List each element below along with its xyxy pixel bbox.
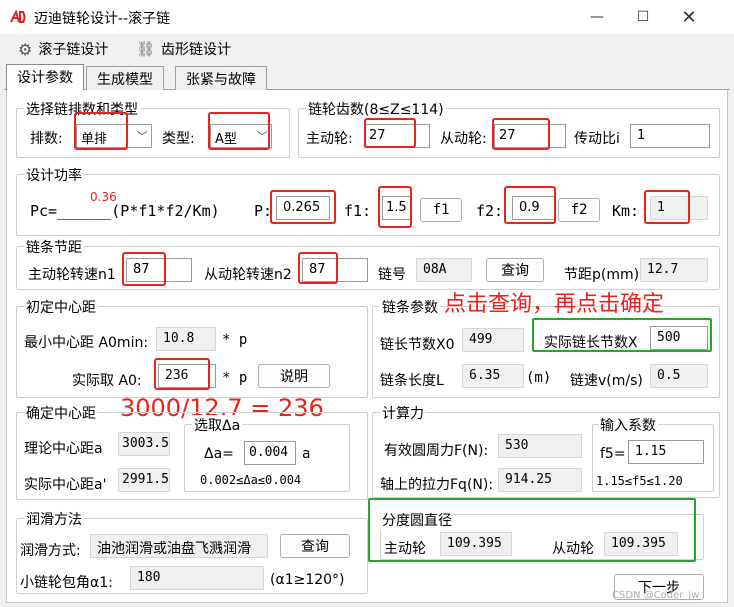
delta-range: 0.002≤Δa≤0.004 [200,473,302,487]
lube-method-field[interactable]: 油池润滑或油盘飞溅润滑 [90,534,268,558]
power-formula: Pc=______(P*f1*f2/Km) [30,202,220,220]
lube-query-button[interactable]: 查询 [280,534,350,558]
chain-no-field[interactable]: 08A [416,258,472,282]
links-field[interactable]: 499 [462,328,524,352]
highlight-box [378,186,412,228]
watermark: CSDN @Coder_jw [612,590,700,601]
force-field[interactable]: 530 [498,434,582,458]
highlight-box [368,498,696,562]
highlight-box [492,118,550,150]
group-title: 初定中心距 [24,297,98,317]
lube-method-label: 润滑方式: [20,543,81,559]
min-center-label: 最小中心距 A0min: [24,335,149,351]
f5-label: f5= [600,446,626,462]
km-label: Km: [612,202,640,220]
window-title: 迈迪链轮设计--滚子链 [34,11,171,27]
min-center-unit: * p [222,332,248,348]
driver-label: 主动轮: [306,131,353,147]
group-title: 选取Δa [192,415,243,435]
highlight-box [298,252,338,284]
pitch-field[interactable]: 12.7 [640,258,708,282]
rows-label: 排数: [30,131,63,147]
n2-label: 从动轮转速n2 [204,267,292,283]
menu-roller-chain[interactable]: ⚙ 滚子链设计 [18,38,108,60]
highlight-box [364,118,416,148]
driven-label: 从动轮: [440,131,487,147]
tab-tension-fault[interactable]: 张紧与故障 [175,66,267,90]
group-title: 链条节距 [24,237,84,257]
f1-label: f1: [344,202,372,220]
menu-bar [0,34,734,62]
group-title: 设计功率 [24,165,84,185]
highlight-box [532,318,712,352]
tab-generate-model[interactable]: 生成模型 [86,66,164,90]
f1-button[interactable]: f1 [420,198,462,222]
highlight-box [644,190,690,224]
app-logo-icon [10,10,26,23]
group-title: 计算力 [380,403,426,423]
close-button[interactable]: ✕ [674,4,704,30]
highlight-box [208,112,270,150]
chain-query-button[interactable]: 查询 [486,258,544,282]
actual-center-label: 实际中心距a' [24,477,107,493]
speed-field[interactable]: 0.5 [650,364,708,388]
f2-label: f2: [476,202,504,220]
f2-button[interactable]: f2 [558,198,600,222]
pitch-label: 节距p(mm) [564,267,640,283]
highlight-box [504,186,556,224]
theory-center-label: 理论中心距a [24,441,103,457]
pull-label: 轴上的拉力Fq(N): [380,477,494,493]
length-field[interactable]: 6.35 [462,364,524,388]
ratio-field[interactable]: 1 [630,124,710,148]
f5-field[interactable]: 1.15 [628,440,704,464]
actual-a0-unit: * p [222,370,248,386]
highlight-box [74,112,128,150]
type-label: 类型: [162,131,195,147]
actual-center-field[interactable]: 2991.5 [118,468,170,492]
gear-icon: ⚙ [18,39,33,59]
f5-range: 1.15≤f5≤1.20 [596,474,683,488]
speed-label: 链速v(m/s) [570,373,643,389]
wrap-angle-note: (α1≥120°) [270,572,345,588]
actual-a0-label: 实际取 A0: [72,373,142,389]
group-title: 润滑方法 [24,509,84,529]
minimize-button[interactable]: — [582,4,612,30]
ratio-label: 传动比i [574,131,620,147]
highlight-box [122,252,166,286]
n1-label: 主动轮转速n1 [28,267,116,283]
maximize-button[interactable]: ☐ [628,4,658,30]
delta-field[interactable]: 0.004 [244,441,296,465]
highlight-box [270,190,336,224]
menu-label: 滚子链设计 [38,42,109,58]
chain-icon: ⛓ [136,40,156,58]
pull-field[interactable]: 914.25 [498,468,582,492]
wrap-angle-field[interactable]: 180 [130,566,264,590]
theory-center-field[interactable]: 3003.5 [118,432,170,456]
delta-label: Δa= [204,446,234,462]
group-title: 确定中心距 [24,403,98,423]
min-center-field[interactable]: 10.8 [156,327,216,351]
wrap-angle-label: 小链轮包角α1: [20,575,113,591]
chevron-down-icon[interactable]: ﹀ [134,125,150,147]
chain-no-label: 链号 [378,267,406,283]
menu-label: 齿形链设计 [161,42,232,58]
highlight-box [154,358,210,390]
group-title: 链条参数 [380,297,440,317]
group-title: 链轮齿数(8≤Z≤114) [306,99,446,119]
force-label: 有效圆周力F(N): [384,443,489,459]
menu-tooth-chain[interactable]: ⛓ 齿形链设计 [136,38,231,60]
query-annotation: 点击查询，再点击确定 [444,292,665,317]
length-label: 链条长度L [380,373,444,389]
length-unit: (m) [526,370,552,386]
group-title: 输入系数 [598,415,658,435]
explain-button[interactable]: 说明 [258,364,330,388]
delta-unit: a [302,446,311,462]
links-label: 链长节数X0 [380,337,455,353]
tab-design-params[interactable]: 设计参数 [6,64,84,91]
